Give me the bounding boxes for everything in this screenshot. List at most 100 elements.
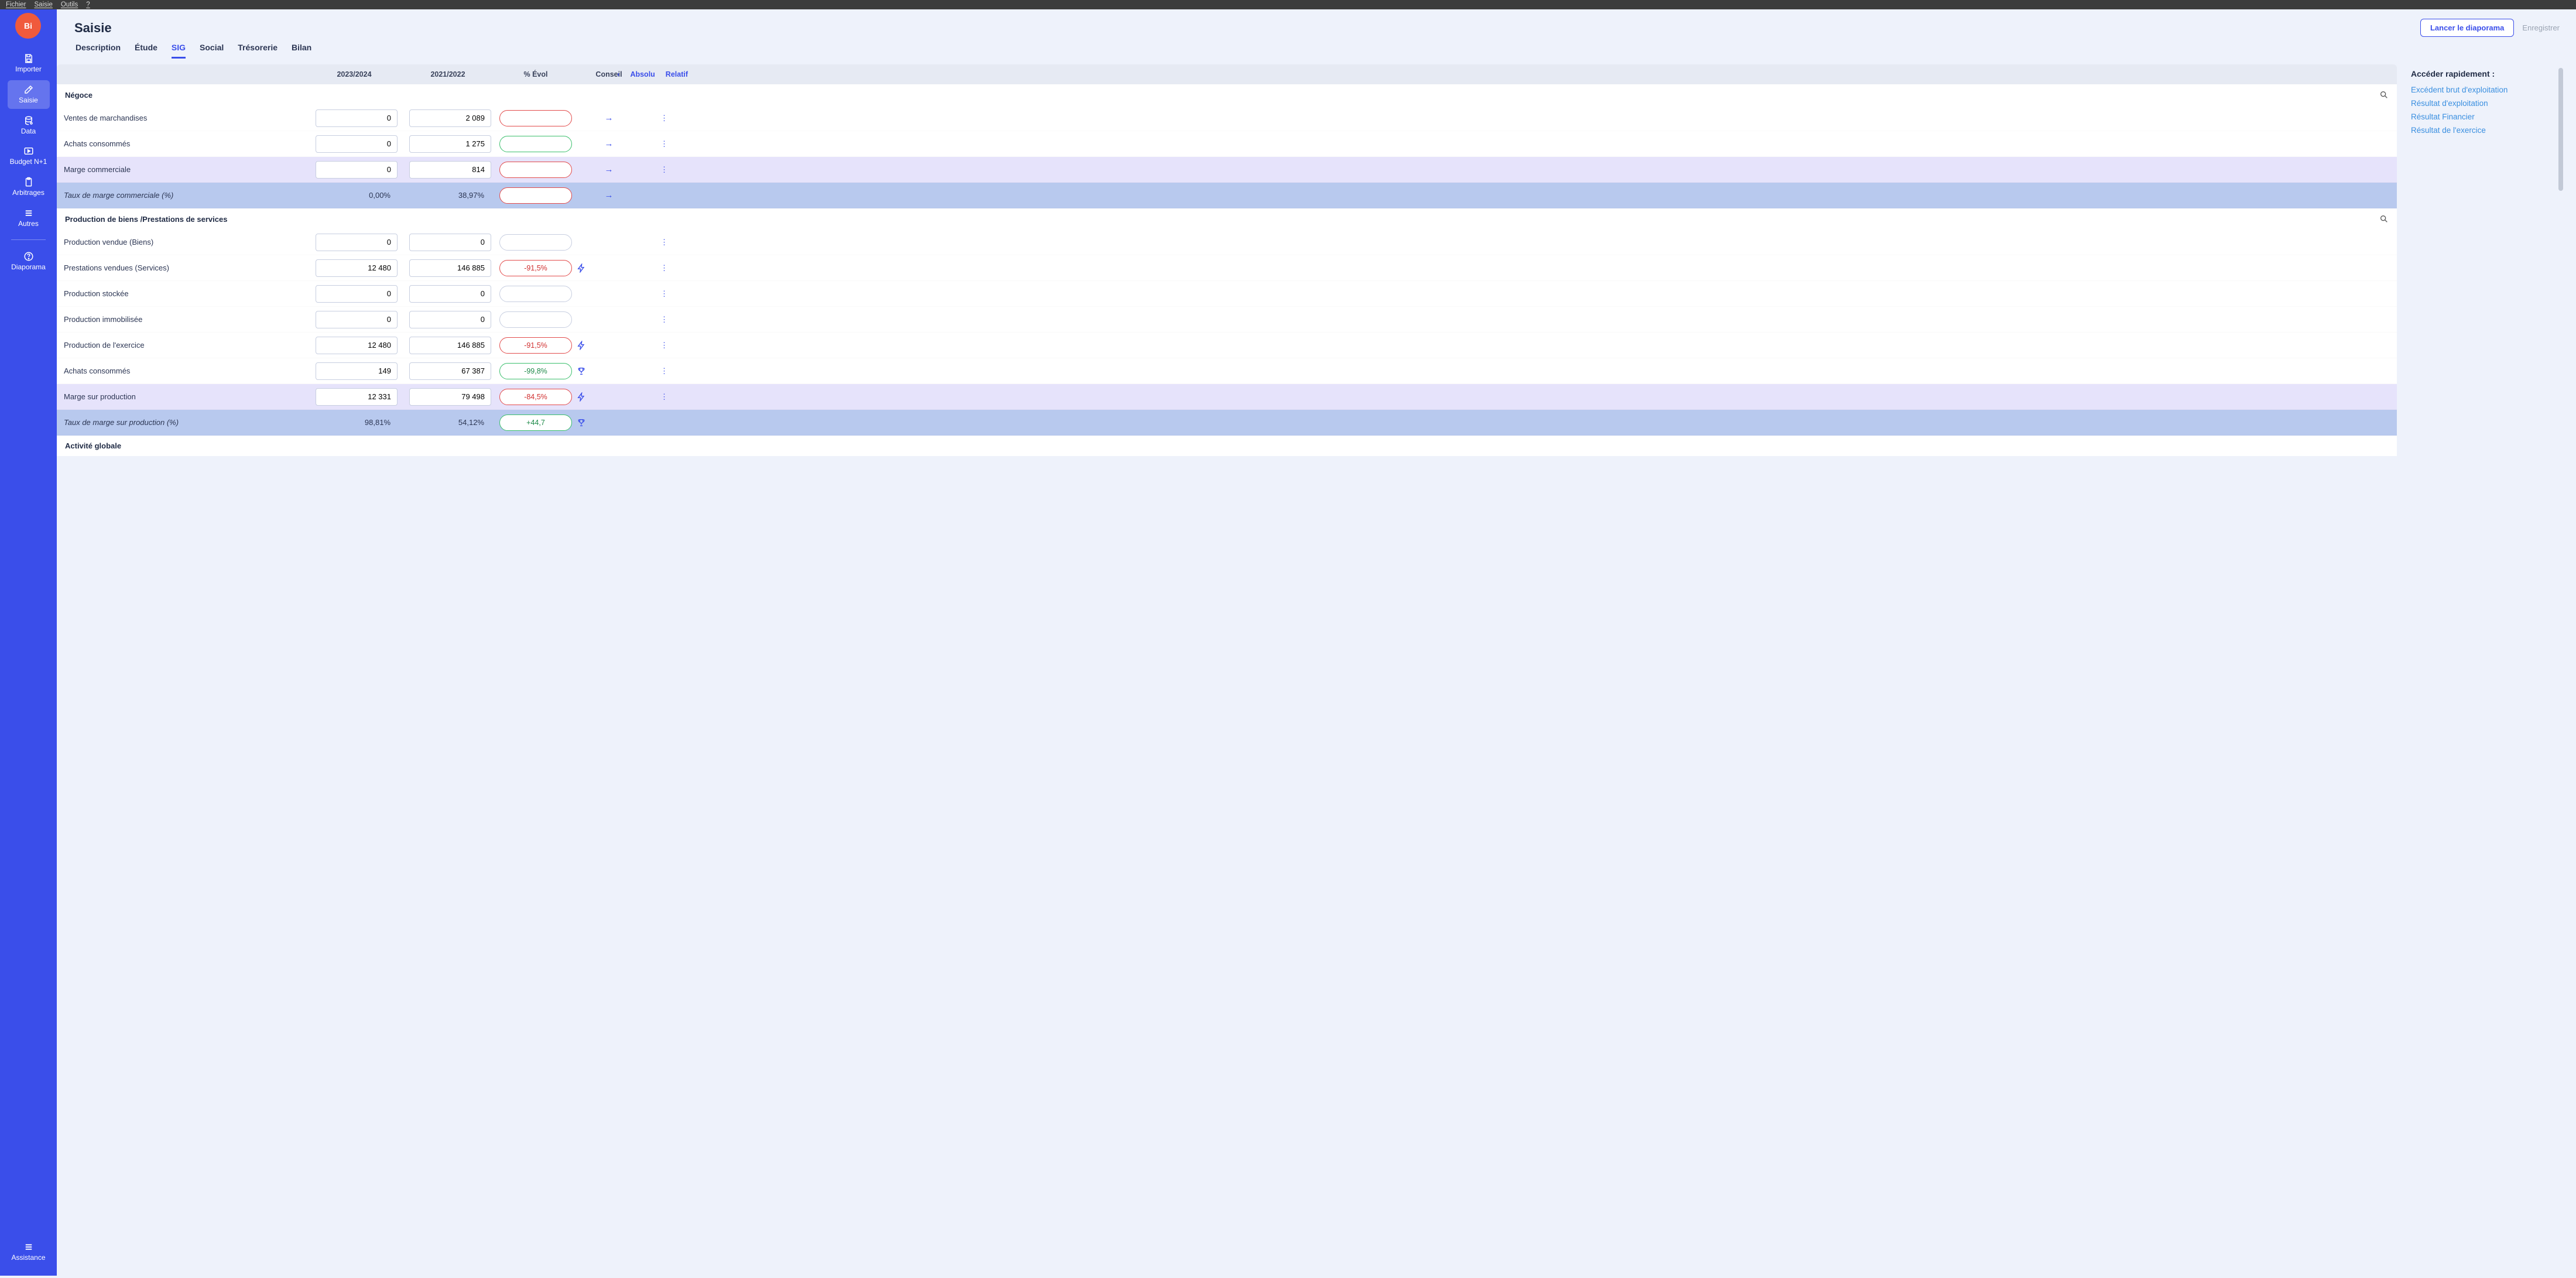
sidebar-item-data[interactable]: Data (8, 111, 50, 140)
option-relatif[interactable]: Relatif (666, 70, 688, 78)
table-row: Achats consommés → ⋮ (57, 131, 2397, 157)
play-icon (23, 146, 34, 156)
value-input-prev[interactable] (409, 135, 491, 153)
sidebar-separator (11, 239, 45, 240)
clipboard-icon (23, 177, 34, 187)
row-menu-icon[interactable]: ⋮ (641, 165, 688, 174)
table-row: Production stockée ⋮ (57, 281, 2397, 307)
main-area: Saisie Lancer le diaporama Enregistrer D… (57, 9, 2576, 1276)
menu-outils[interactable]: Outils (61, 1, 78, 8)
row-menu-icon[interactable]: ⋮ (641, 238, 688, 247)
value-input-current[interactable] (316, 234, 398, 251)
evol-pill (499, 136, 572, 152)
table-row: Production immobilisée ⋮ (57, 307, 2397, 333)
scrollbar[interactable] (2558, 64, 2564, 1273)
evol-pill (499, 110, 572, 126)
lines-icon (23, 1242, 34, 1252)
row-label: Taux de marge commerciale (%) (61, 191, 307, 200)
value-input-prev[interactable] (409, 161, 491, 179)
search-icon[interactable] (2379, 90, 2389, 100)
row-menu-icon[interactable]: ⋮ (641, 392, 688, 402)
value-input-current[interactable] (316, 388, 398, 406)
evol-pill (499, 162, 572, 178)
chevron-left-icon[interactable]: ‹ (617, 70, 619, 78)
row-menu-icon[interactable]: ⋮ (641, 139, 688, 149)
row-menu-icon[interactable]: ⋮ (641, 315, 688, 324)
value-input-current[interactable] (316, 161, 398, 179)
trophy-icon[interactable] (577, 366, 641, 376)
lightning-icon[interactable] (577, 392, 641, 402)
lightning-icon[interactable] (577, 263, 641, 273)
tab-bilan[interactable]: Bilan (292, 43, 311, 59)
quick-link-resultat-exercice[interactable]: Résultat de l'exercice (2411, 126, 2548, 135)
sidebar: Bi Importer Saisie Data Budget N+1 Arbit… (0, 9, 57, 1276)
conseil-arrow-icon[interactable]: → (577, 190, 641, 200)
row-menu-icon[interactable]: ⋮ (641, 366, 688, 376)
evol-pill (499, 234, 572, 251)
option-absolu[interactable]: Absolu (630, 70, 655, 78)
value-text-current: 0,00% (316, 191, 398, 200)
tab-tresorerie[interactable]: Trésorerie (238, 43, 278, 59)
sidebar-item-diaporama[interactable]: Diaporama (8, 247, 50, 276)
value-input-prev[interactable] (409, 109, 491, 127)
quick-link-resultat-exploitation[interactable]: Résultat d'exploitation (2411, 99, 2548, 108)
tab-etude[interactable]: Étude (135, 43, 157, 59)
os-menu-bar: Fichier Saisie Outils ? (0, 0, 2576, 9)
row-label: Taux de marge sur production (%) (61, 418, 307, 427)
value-input-current[interactable] (316, 285, 398, 303)
table-row: Production vendue (Biens) ⋮ (57, 229, 2397, 255)
save-button[interactable]: Enregistrer (2522, 23, 2560, 32)
row-menu-icon[interactable]: ⋮ (641, 341, 688, 350)
row-menu-icon[interactable]: ⋮ (641, 114, 688, 123)
conseil-arrow-icon[interactable]: → (577, 165, 641, 174)
sidebar-item-saisie[interactable]: Saisie (8, 80, 50, 109)
launch-slideshow-button[interactable]: Lancer le diaporama (2420, 19, 2514, 37)
value-input-current[interactable] (316, 259, 398, 277)
value-input-prev[interactable] (409, 311, 491, 328)
help-icon (23, 251, 34, 262)
section-negoce: Négoce (57, 84, 2397, 105)
tab-sig[interactable]: SIG (172, 43, 186, 59)
value-input-prev[interactable] (409, 234, 491, 251)
tab-description[interactable]: Description (76, 43, 121, 59)
quick-link-resultat-financier[interactable]: Résultat Financier (2411, 112, 2548, 121)
row-menu-icon[interactable]: ⋮ (641, 263, 688, 273)
evol-pill: -91,5% (499, 337, 572, 354)
lightning-icon[interactable] (577, 341, 641, 350)
row-label: Marge sur production (61, 392, 307, 401)
value-input-current[interactable] (316, 311, 398, 328)
value-input-prev[interactable] (409, 337, 491, 354)
evol-pill (499, 187, 572, 204)
table-row: Achats consommés -99,8% ⋮ (57, 358, 2397, 384)
quick-link-ebe[interactable]: Excédent brut d'exploitation (2411, 85, 2548, 94)
value-input-current[interactable] (316, 109, 398, 127)
sidebar-item-budget[interactable]: Budget N+1 (8, 142, 50, 170)
data-icon (23, 115, 34, 126)
sidebar-item-assistance[interactable]: Assistance (8, 1238, 50, 1266)
value-input-prev[interactable] (409, 388, 491, 406)
menu-saisie[interactable]: Saisie (35, 1, 53, 8)
trophy-icon[interactable] (577, 418, 641, 427)
row-menu-icon[interactable]: ⋮ (641, 289, 688, 299)
value-input-current[interactable] (316, 362, 398, 380)
sidebar-item-arbitrages[interactable]: Arbitrages (8, 173, 50, 201)
value-input-current[interactable] (316, 135, 398, 153)
row-label: Ventes de marchandises (61, 114, 307, 122)
value-text-current: 98,81% (316, 418, 398, 427)
menu-file[interactable]: Fichier (6, 1, 26, 8)
search-icon[interactable] (2379, 214, 2389, 224)
value-input-prev[interactable] (409, 285, 491, 303)
value-input-prev[interactable] (409, 362, 491, 380)
value-input-prev[interactable] (409, 259, 491, 277)
conseil-arrow-icon[interactable]: → (577, 139, 641, 149)
tab-social[interactable]: Social (200, 43, 224, 59)
sidebar-item-importer[interactable]: Importer (8, 49, 50, 78)
save-icon (23, 53, 34, 64)
value-input-current[interactable] (316, 337, 398, 354)
conseil-arrow-icon[interactable]: → (577, 113, 641, 123)
col-evol: % Évol (495, 70, 577, 78)
menu-help[interactable]: ? (86, 1, 90, 8)
section-production: Production de biens /Prestations de serv… (57, 208, 2397, 229)
row-label: Production immobilisée (61, 315, 307, 324)
sidebar-item-autres[interactable]: Autres (8, 204, 50, 232)
